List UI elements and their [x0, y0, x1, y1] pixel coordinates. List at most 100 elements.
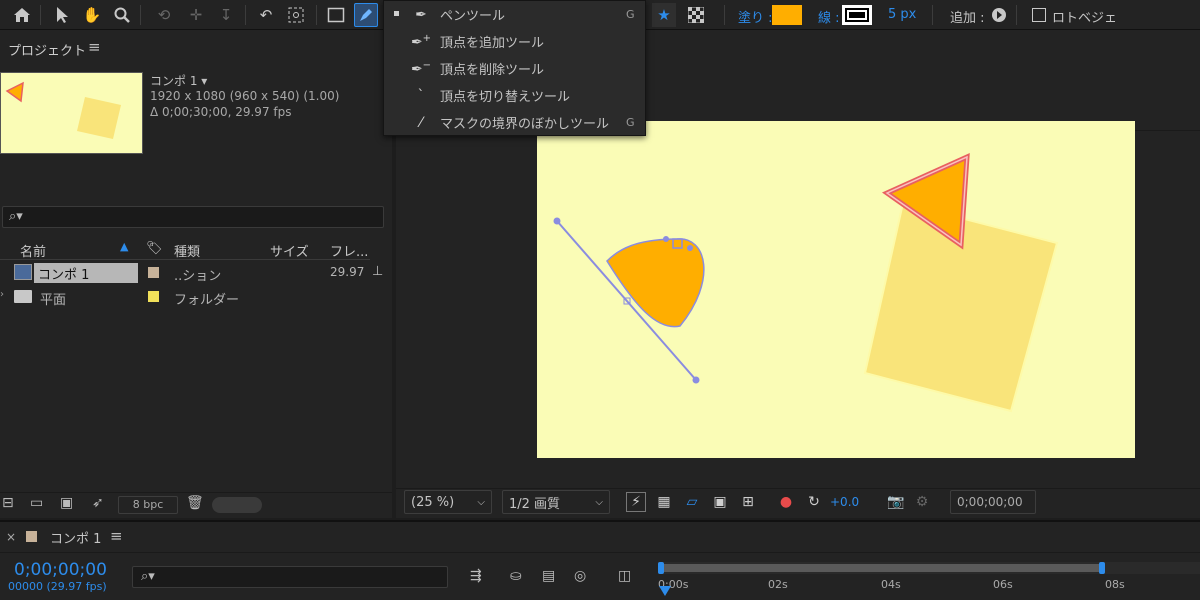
show-snapshot-icon[interactable]: ⚙ — [912, 492, 932, 512]
viewer-timecode[interactable]: 0;00;00;00 — [950, 490, 1036, 514]
panel-menu-icon[interactable]: ≡ — [88, 38, 101, 56]
column-name[interactable]: 名前 — [20, 241, 46, 260]
menu-item-label: 頂点を削除ツール — [440, 63, 545, 78]
ruler-tick-8: 08s — [1105, 578, 1125, 591]
close-icon[interactable]: × — [6, 530, 16, 544]
convert-vertex-icon: ˋ — [417, 87, 425, 104]
pan-icon[interactable]: ✛ — [184, 3, 208, 27]
mask-path-shape — [606, 238, 705, 328]
stroke-width-value[interactable]: 5 px — [888, 7, 916, 22]
quality-value: 1/2 画質 — [509, 496, 561, 512]
chevron-down-icon: ⌵ — [595, 496, 603, 508]
trash-icon[interactable]: 🗑 — [186, 495, 204, 511]
composition-mini-flowchart-icon[interactable]: ⇶ — [470, 568, 482, 584]
selection-icon[interactable] — [50, 3, 74, 27]
search-icon: ⌕▾ — [141, 569, 155, 584]
timeline-search-input[interactable]: ⌕▾ — [132, 566, 448, 588]
work-area-bar[interactable] — [658, 562, 1200, 574]
dolly-icon[interactable]: ↧ — [214, 3, 238, 27]
comp-canvas[interactable] — [537, 121, 1135, 458]
graph-editor-icon[interactable]: ◫ — [618, 568, 631, 584]
rotobezier-checkbox[interactable] — [1032, 8, 1046, 22]
add-dropdown-icon[interactable] — [992, 8, 1006, 22]
ruler-tick-4: 04s — [881, 578, 901, 591]
anchor-icon[interactable] — [284, 3, 308, 27]
menu-item-delete-vertex[interactable]: ✒− 頂点を削除ツール — [384, 55, 645, 82]
snapshot-icon[interactable]: 📷 — [886, 492, 906, 512]
stroke-label[interactable]: 線 : — [818, 7, 840, 26]
pen-icon: ✒ — [415, 6, 427, 23]
column-size[interactable]: サイズ — [270, 241, 309, 260]
render-queue-icon[interactable]: ➶ — [92, 495, 104, 511]
rectangle-icon[interactable] — [324, 3, 348, 27]
bit-depth-button[interactable]: 8 bpc — [118, 496, 178, 514]
row-type: フォルダー — [174, 293, 240, 308]
transparency-grid-icon[interactable]: ▦ — [654, 492, 674, 512]
row-frame: 29.97 — [330, 265, 365, 279]
region-of-interest-icon[interactable]: ▣ — [710, 492, 730, 512]
comp-thumbnail — [0, 72, 143, 154]
rotate-icon[interactable]: ↶ — [254, 3, 278, 27]
checker-icon[interactable] — [684, 3, 708, 27]
label-tag-icon[interactable]: 🏷 — [146, 241, 163, 256]
panel-menu-icon[interactable]: ≡ — [110, 527, 123, 545]
menu-item-mask-feather[interactable]: ⁄ マスクの境界のぼかしツール G — [384, 109, 645, 136]
color-channels-icon[interactable]: ● — [776, 492, 796, 512]
label-color-swatch[interactable] — [148, 267, 159, 278]
thumbnail-scroll[interactable] — [212, 497, 262, 513]
shy-layers-icon[interactable]: ⛀ — [510, 568, 522, 584]
expand-arrow-icon[interactable]: › — [0, 289, 4, 300]
zoom-icon[interactable] — [110, 3, 134, 27]
menu-item-convert-vertex[interactable]: ˋ 頂点を切り替えツール — [384, 82, 645, 109]
column-frame[interactable]: フレ... — [330, 241, 368, 260]
new-folder-icon[interactable]: ▭ — [30, 495, 43, 511]
column-type[interactable]: 種類 — [174, 241, 200, 260]
row-name: 平面 — [40, 293, 67, 308]
sort-icon[interactable]: ▲ — [120, 240, 128, 253]
stroke-swatch[interactable] — [842, 5, 872, 25]
menu-item-pen[interactable]: ✒ ペンツール G — [384, 1, 645, 28]
star-icon[interactable]: ★ — [652, 3, 676, 27]
search-icon: ⌕▾ — [9, 209, 23, 224]
current-timecode[interactable]: 0;00;00;00 — [14, 560, 107, 580]
orbit-icon[interactable]: ⟲ — [152, 3, 176, 27]
interpret-footage-icon[interactable]: ⊟ — [2, 495, 14, 511]
zoom-value: (25 %) — [411, 494, 455, 510]
panel-title[interactable]: プロジェクト — [8, 40, 86, 59]
flowchart-icon[interactable]: ⊥ — [372, 264, 383, 279]
add-vertex-icon: ✒+ — [410, 32, 432, 51]
label-color-swatch[interactable] — [148, 291, 159, 302]
menu-item-shortcut: G — [626, 116, 635, 129]
playhead-icon[interactable] — [659, 586, 671, 596]
row-name[interactable]: コンポ 1 — [34, 263, 138, 283]
zoom-dropdown[interactable]: (25 %) ⌵ — [404, 490, 492, 514]
frame-count: 00000 (29.97 fps) — [8, 580, 107, 593]
menu-item-label: 頂点を切り替えツール — [440, 90, 571, 105]
ruler-tick-6: 06s — [993, 578, 1013, 591]
row-type: ..ション — [174, 269, 222, 284]
hand-icon[interactable]: ✋ — [80, 3, 104, 27]
fast-preview-icon[interactable]: ⚡ — [626, 492, 646, 512]
timeline-tab[interactable]: コンポ 1 — [50, 528, 101, 547]
home-icon[interactable] — [10, 3, 34, 27]
composition-icon — [14, 264, 32, 280]
menu-item-add-vertex[interactable]: ✒+ 頂点を追加ツール — [384, 28, 645, 55]
exposure-value[interactable]: +0.0 — [830, 495, 859, 509]
quality-dropdown[interactable]: 1/2 画質 ⌵ — [502, 490, 610, 514]
new-composition-icon[interactable]: ▣ — [60, 495, 73, 511]
frame-blending-icon[interactable]: ▤ — [542, 568, 555, 584]
project-panel: プロジェクト ≡ コンポ 1 ▾ 1920 x 1080 (960 x 540)… — [0, 30, 392, 518]
motion-blur-icon[interactable]: ◎ — [574, 568, 586, 584]
fill-label[interactable]: 塗り : — [738, 7, 773, 26]
mask-visibility-icon[interactable]: ▱ — [682, 492, 702, 512]
project-search-input[interactable]: ⌕▾ — [2, 206, 384, 228]
guides-icon[interactable]: ⊞ — [738, 492, 758, 512]
fill-swatch[interactable] — [772, 5, 802, 25]
pen-icon[interactable] — [354, 3, 378, 27]
project-row-comp[interactable]: コンポ 1 ..ション 29.97 — [0, 262, 370, 284]
reset-exposure-icon[interactable]: ↻ — [804, 492, 824, 512]
chevron-down-icon: ⌵ — [477, 496, 485, 508]
menu-item-label: マスクの境界のぼかしツール — [440, 117, 610, 132]
project-row-folder[interactable]: › 平面 フォルダー — [0, 286, 370, 308]
pen-tool-menu: ✒ ペンツール G ✒+ 頂点を追加ツール ✒− 頂点を削除ツール ˋ 頂点を切… — [383, 0, 646, 136]
